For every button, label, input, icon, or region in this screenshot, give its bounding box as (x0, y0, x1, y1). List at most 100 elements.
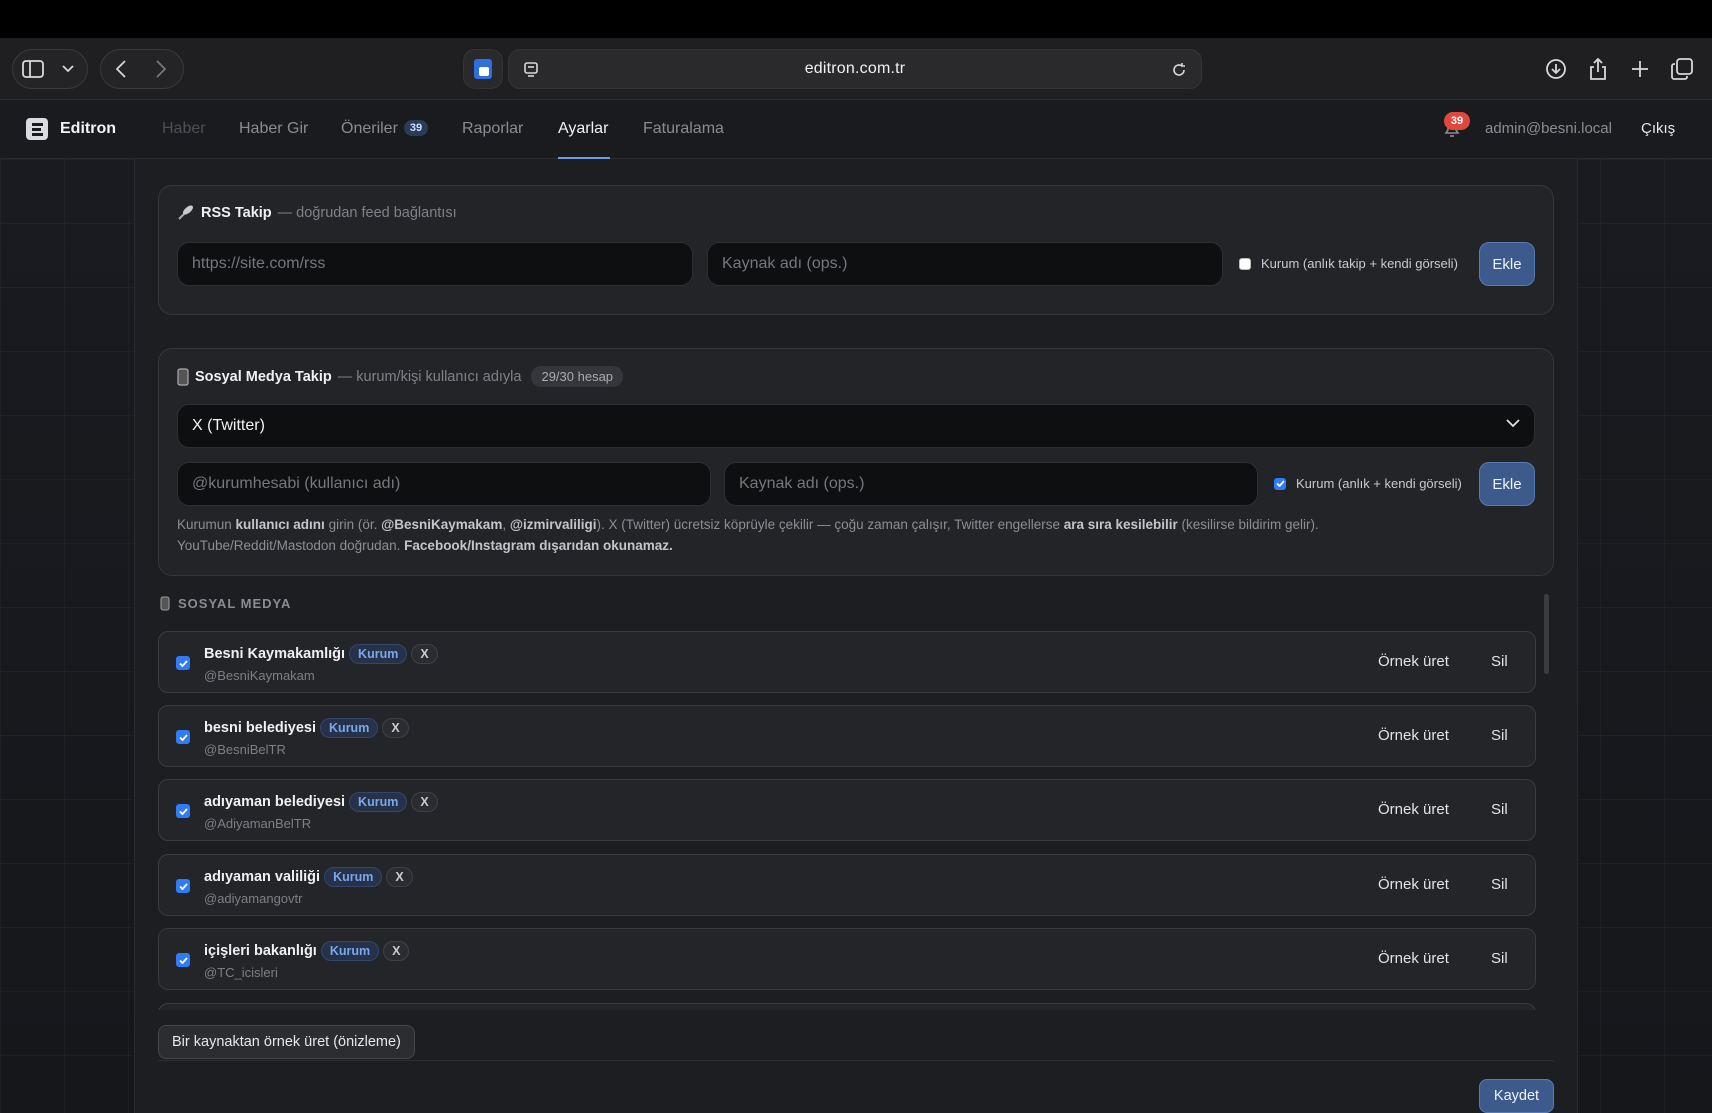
platform-tag: X (411, 644, 438, 664)
share-icon[interactable] (1578, 49, 1618, 89)
preview-sample-button[interactable]: Bir kaynaktan örnek üret (önizleme) (158, 1025, 415, 1059)
social-kurum-checkbox[interactable]: Kurum (anlık + kendi görseli) (1274, 476, 1462, 491)
list-scrollbar[interactable] (1544, 594, 1549, 674)
social-card-title: Sosyal Medya Takip — kurum/kişi kullanıc… (177, 366, 624, 387)
list-item: içişleri bakanlığı Kurum X @TC_icisleri Ör… (158, 928, 1536, 990)
history-nav-group (100, 49, 184, 89)
sidebar-toggle-group (12, 49, 88, 89)
rss-kurum-checkbox[interactable]: Kurum (anlık takip + kendi görseli) (1239, 256, 1458, 271)
editron-logo-icon (26, 118, 48, 140)
social-handle-input[interactable]: @kurumhesabi (kullanıcı adı) (177, 462, 711, 506)
extension-shield-icon[interactable] (463, 49, 503, 89)
new-tab-icon[interactable] (1620, 49, 1660, 89)
kurum-tag: Kurum (349, 644, 408, 664)
social-title: Sosyal Medya Takip (195, 368, 332, 385)
rss-card: RSS Takip — doğrudan feed bağlantısı htt… (158, 185, 1554, 315)
nav-ayarlar[interactable]: Ayarlar (558, 120, 608, 138)
source-handle: @TC_icisleri (204, 965, 278, 980)
address-bar[interactable]: editron.com.tr (508, 49, 1202, 89)
source-enabled-checkbox[interactable] (176, 656, 190, 670)
brand[interactable]: Editron (26, 118, 116, 140)
delete-button[interactable]: Sil (1491, 950, 1508, 967)
generate-sample-button[interactable]: Örnek üret (1378, 950, 1449, 967)
browser-toolbar: editron.com.tr (0, 38, 1712, 100)
chevron-down-icon[interactable] (53, 49, 83, 89)
delete-button[interactable]: Sil (1491, 801, 1508, 818)
download-icon[interactable] (1536, 49, 1576, 89)
logout-link[interactable]: Çıkış (1641, 120, 1675, 137)
generate-sample-button[interactable]: Örnek üret (1378, 727, 1449, 744)
brand-name: Editron (60, 120, 116, 137)
source-enabled-checkbox[interactable] (176, 879, 190, 893)
generate-sample-button[interactable]: Örnek üret (1378, 876, 1449, 893)
list-item: adıyaman belediyesi Kurum X @AdiyamanBelTR… (158, 779, 1536, 841)
save-button[interactable]: Kaydet (1479, 1079, 1554, 1113)
list-item: besni belediyesi Kurum X @BesniBelTR Örnek… (158, 705, 1536, 767)
nav-raporlar[interactable]: Raporlar (462, 120, 523, 138)
footer-divider (158, 1060, 1554, 1061)
platform-tag: X (382, 718, 409, 738)
rss-url-input[interactable]: https://site.com/rss (177, 242, 693, 286)
social-help-text: Kurumun kullanıcı adını girin (ör. @Besn… (177, 517, 1319, 553)
source-name: Besni Kaymakamlığı (204, 646, 346, 662)
generate-sample-button[interactable]: Örnek üret (1378, 801, 1449, 818)
source-handle: @adiyamangovtr (204, 891, 303, 906)
platform-select-value: X (Twitter) (192, 417, 265, 434)
notification-badge: 39 (1444, 112, 1470, 130)
generate-sample-button[interactable]: Örnek üret (1378, 653, 1449, 670)
social-source-list: Besni Kaymakamlığı Kurum X @BesniKaymakam … (158, 630, 1538, 1010)
nav-haber-gir[interactable]: Haber Gir (239, 120, 308, 138)
browser-actions (1536, 49, 1702, 89)
kurum-tag: Kurum (324, 867, 383, 887)
sidebar-icon[interactable] (13, 49, 53, 89)
social-list-heading: SOSYAL MEDYA (160, 596, 291, 611)
account-quota-badge: 29/30 hesap (531, 366, 624, 387)
oneriler-count-badge: 39 (403, 120, 429, 136)
page-settings-icon[interactable] (523, 62, 539, 78)
rss-kurum-checkbox-box[interactable] (1239, 257, 1251, 270)
back-arrow-icon[interactable] (101, 49, 141, 89)
kurum-tag: Kurum (320, 941, 380, 961)
url-text: editron.com.tr (804, 60, 906, 77)
source-enabled-checkbox[interactable] (176, 730, 190, 744)
window-top-bar (0, 0, 1712, 38)
delete-button[interactable]: Sil (1491, 653, 1508, 670)
rss-title: RSS Takip (201, 205, 272, 221)
kurum-tag: Kurum (349, 792, 408, 812)
nav-haber[interactable]: Haber (162, 120, 206, 138)
social-add-button[interactable]: Ekle (1479, 462, 1535, 506)
chevron-down-icon (1506, 419, 1520, 428)
social-kurum-label: Kurum (anlık + kendi görseli) (1296, 476, 1462, 491)
platform-tag: X (383, 941, 410, 961)
social-subtitle: — kurum/kişi kullanıcı adıyla (337, 368, 522, 385)
source-enabled-checkbox[interactable] (176, 804, 190, 818)
platform-tag: X (386, 867, 413, 887)
delete-button[interactable]: Sil (1491, 876, 1508, 893)
source-enabled-checkbox[interactable] (176, 953, 190, 967)
reload-icon[interactable] (1171, 62, 1187, 78)
social-kurum-checkbox-box[interactable] (1274, 477, 1286, 490)
social-source-name-input[interactable]: Kaynak adı (ops.) (724, 462, 1258, 506)
platform-tag: X (411, 792, 438, 812)
forward-arrow-icon[interactable] (141, 49, 181, 89)
rss-kurum-label: Kurum (anlık takip + kendi görseli) (1261, 256, 1458, 271)
platform-select[interactable]: X (Twitter) (177, 404, 1535, 448)
satellite-icon (178, 205, 193, 220)
rss-card-title: RSS Takip — doğrudan feed bağlantısı (177, 205, 457, 221)
list-item: Besni Kaymakamlığı Kurum X @BesniKaymakam … (158, 631, 1536, 693)
tabs-overview-icon[interactable] (1662, 49, 1702, 89)
rss-add-button[interactable]: Ekle (1479, 242, 1535, 286)
social-card: Sosyal Medya Takip — kurum/kişi kullanıc… (158, 348, 1554, 576)
source-name: adıyaman valiliği (204, 869, 321, 885)
nav-faturalama[interactable]: Faturalama (643, 120, 724, 138)
nav-oneriler[interactable]: Öneriler 39 (341, 120, 429, 138)
phone-icon (177, 367, 189, 386)
list-item-partial (158, 1003, 1536, 1010)
delete-button[interactable]: Sil (1491, 727, 1508, 744)
source-name: içişleri bakanlığı (204, 943, 317, 959)
kurum-tag: Kurum (320, 718, 379, 738)
rss-source-name-input[interactable]: Kaynak adı (ops.) (707, 242, 1223, 286)
source-name: adıyaman belediyesi (204, 794, 346, 810)
user-email: admin@besni.local (1485, 120, 1612, 137)
source-name: besni belediyesi (204, 720, 317, 736)
